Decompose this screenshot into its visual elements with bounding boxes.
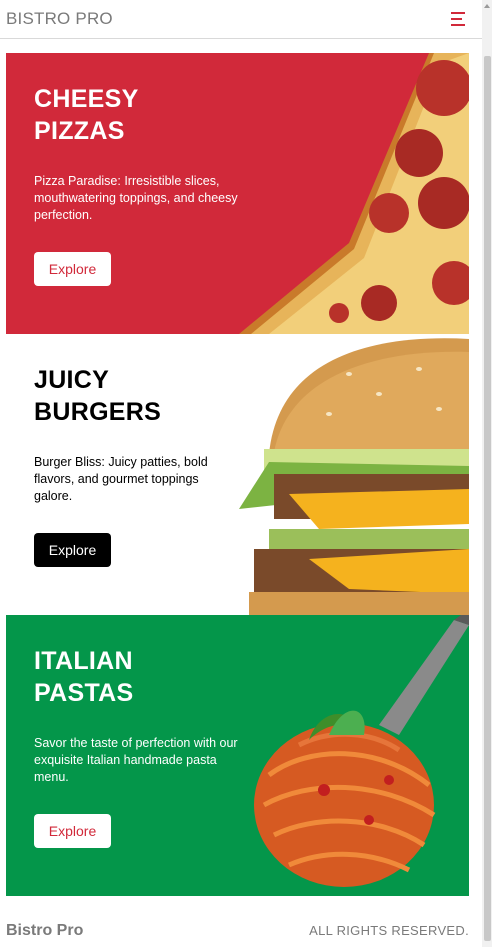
pizza-slice-image: [239, 53, 469, 334]
hamburger-menu-icon[interactable]: [450, 10, 468, 28]
footer-copyright: ALL RIGHTS RESERVED.: [309, 923, 469, 938]
promo-card-pasta: ITALIAN PASTAS Savor the taste of perfec…: [6, 615, 469, 896]
explore-button[interactable]: Explore: [34, 252, 111, 286]
top-nav-bar: BISTRO PRO: [0, 0, 482, 39]
card-title-line-1: ITALIAN: [34, 647, 133, 675]
card-description: Savor the taste of perfection with our e…: [34, 736, 238, 784]
card-title: ITALIAN PASTAS: [34, 645, 234, 709]
card-title-line-1: JUICY: [34, 366, 110, 394]
brand-logo-text[interactable]: BISTRO PRO: [6, 9, 113, 29]
card-title-line-2: BURGERS: [34, 398, 162, 426]
pasta-fork-image: [254, 615, 469, 887]
card-description: Pizza Paradise: Irresistible slices, mou…: [34, 174, 238, 222]
footer-brand: Bistro Pro: [6, 922, 84, 939]
promo-card-pizza: CHEESY PIZZAS Pizza Paradise: Irresistib…: [6, 53, 469, 334]
explore-button[interactable]: Explore: [34, 533, 111, 567]
page-scrollbar[interactable]: [482, 0, 492, 947]
card-title-line-2: PASTAS: [34, 679, 134, 707]
card-title: JUICY BURGERS: [34, 364, 234, 428]
card-title-line-1: CHEESY: [34, 85, 139, 113]
scroll-up-arrow-icon[interactable]: [484, 4, 490, 8]
explore-button[interactable]: Explore: [34, 814, 111, 848]
card-title: CHEESY PIZZAS: [34, 83, 234, 147]
card-title-line-2: PIZZAS: [34, 117, 125, 145]
page-footer: Bistro Pro ALL RIGHTS RESERVED.: [0, 915, 482, 947]
burger-image: [239, 338, 469, 615]
promo-card-burger: JUICY BURGERS Burger Bliss: Juicy pattie…: [6, 334, 469, 615]
card-description: Burger Bliss: Juicy patties, bold flavor…: [34, 455, 208, 503]
scrollbar-thumb[interactable]: [484, 56, 491, 941]
